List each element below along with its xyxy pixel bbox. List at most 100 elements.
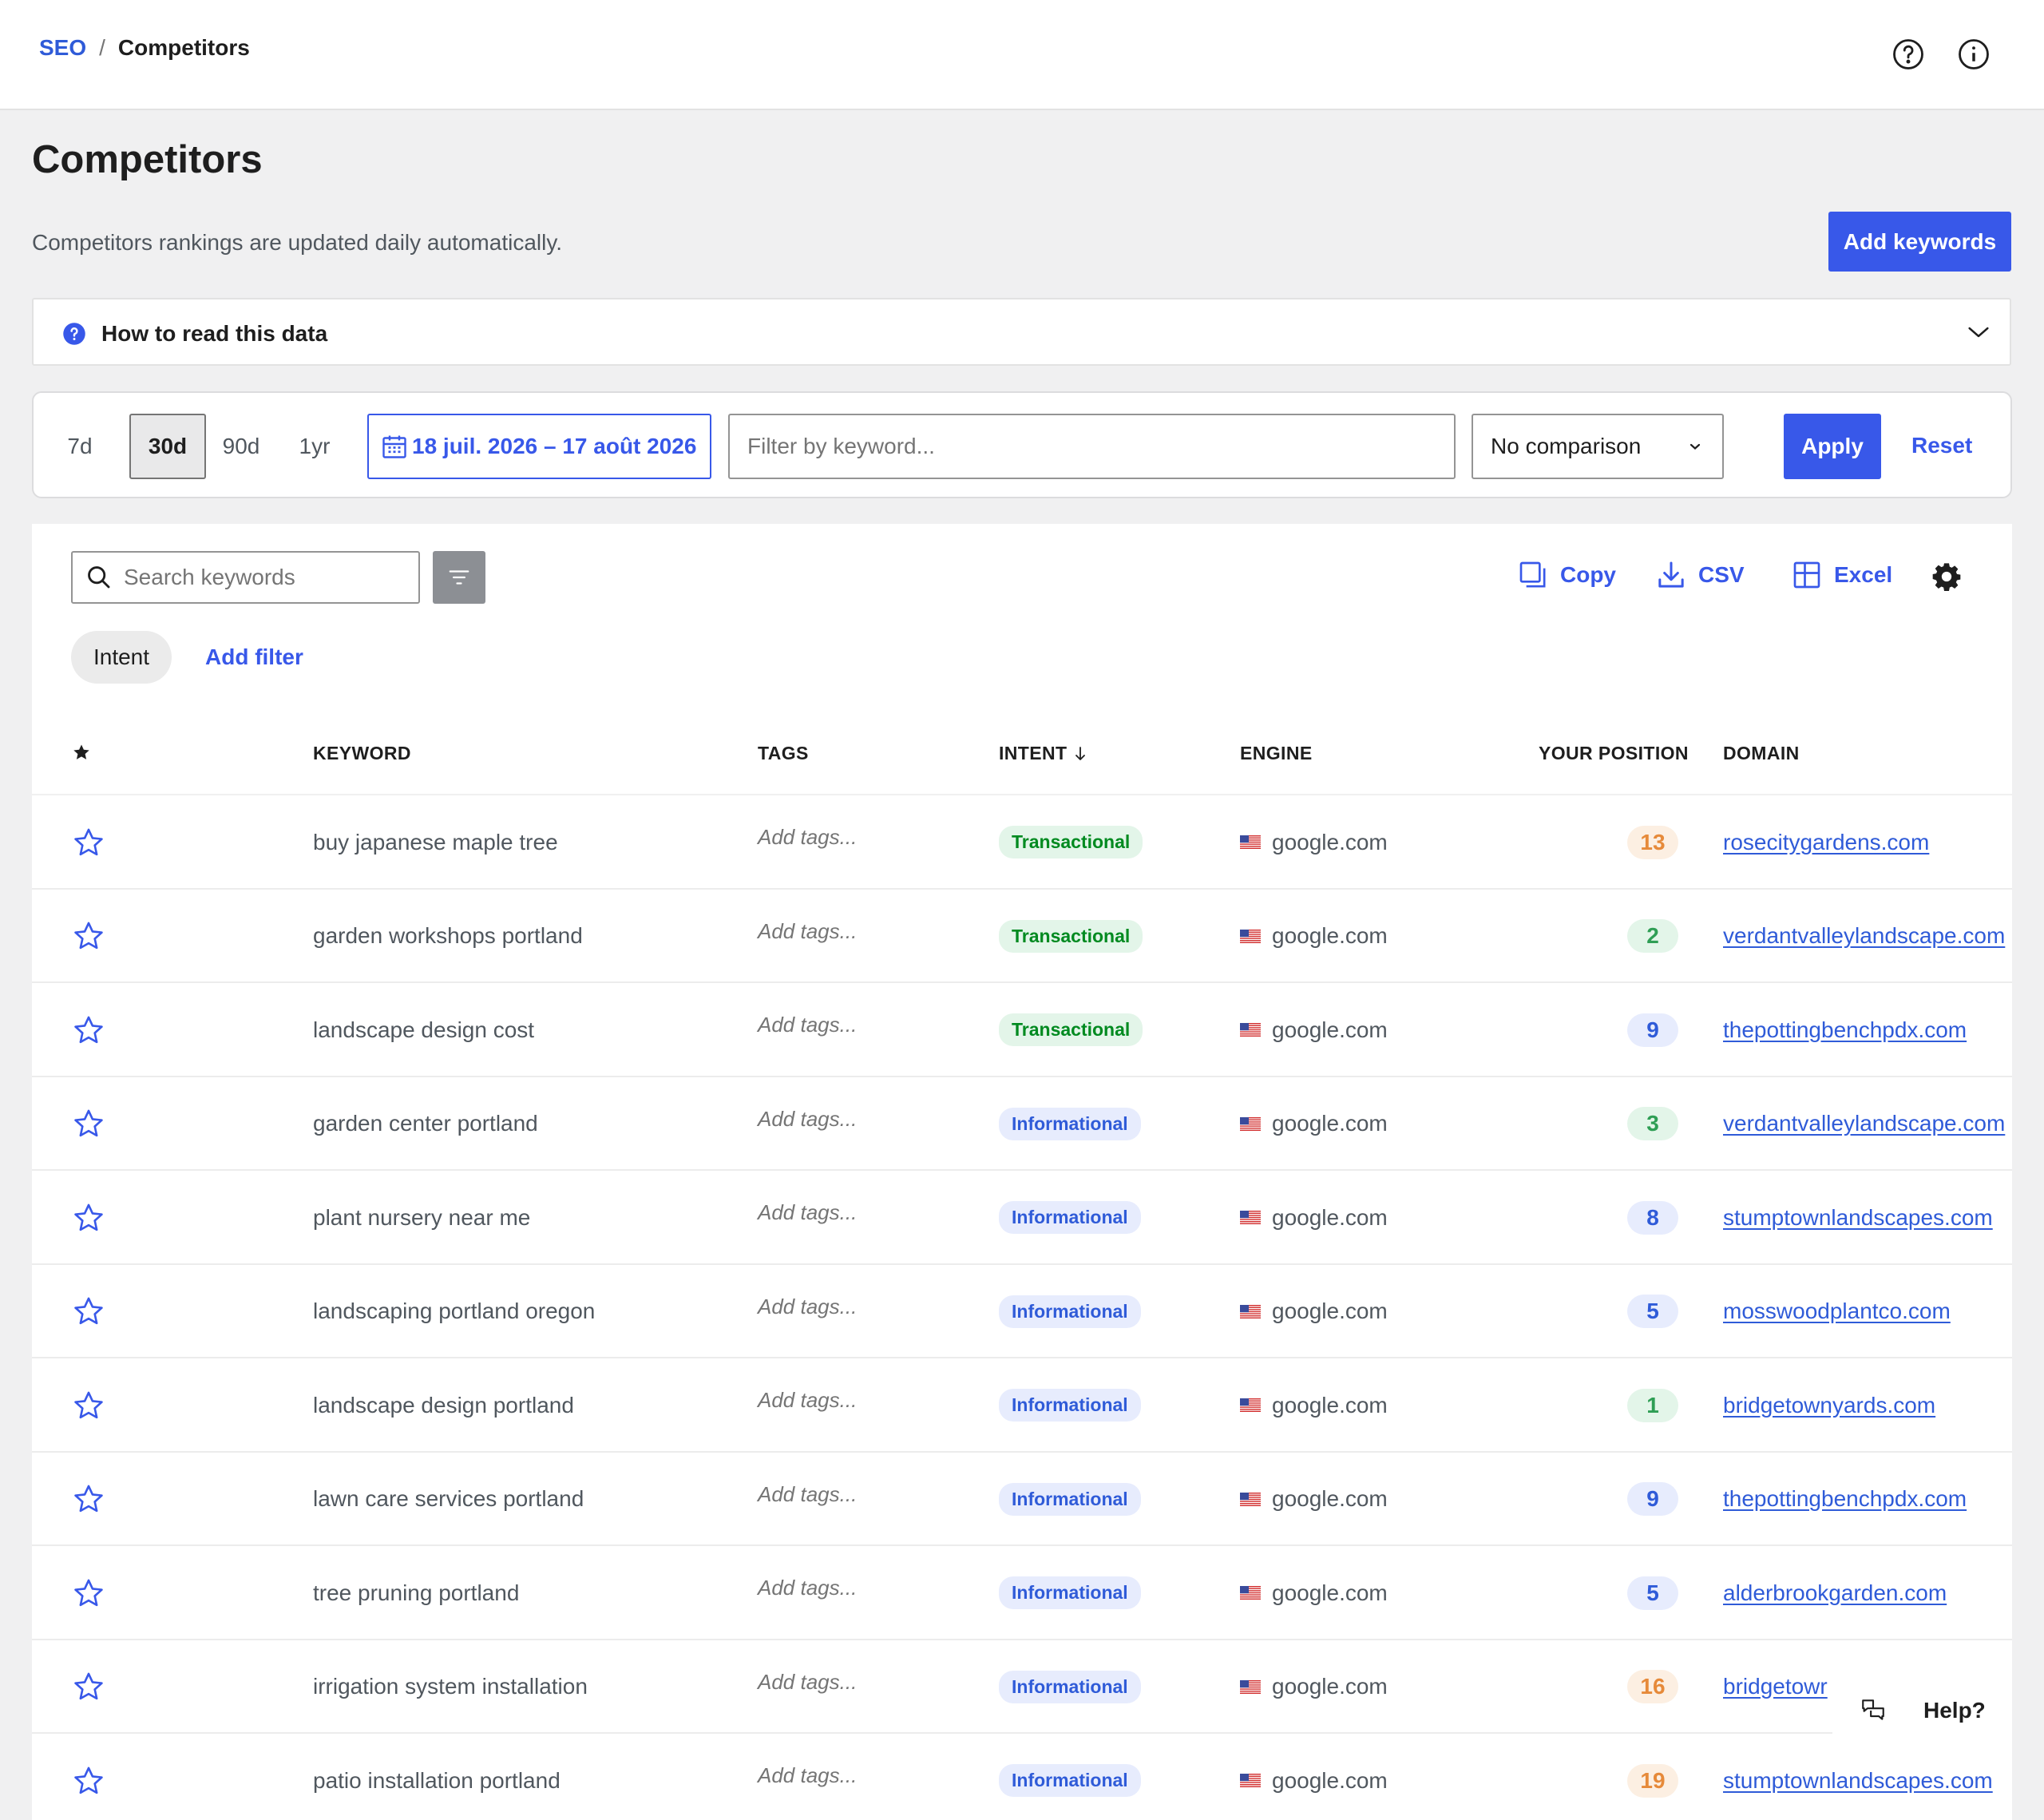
add-tags-field[interactable]: Add tags...: [758, 1260, 857, 1354]
domain-link[interactable]: thepottingbenchpdx.com: [1723, 1486, 1967, 1512]
column-header-intent[interactable]: INTENT: [999, 743, 1087, 764]
favorite-star-icon[interactable]: [72, 983, 105, 1077]
table-row: tree pruning portland Add tags... Informat…: [32, 1546, 2012, 1640]
domain-link[interactable]: verdantvalleylandscape.com: [1723, 923, 2005, 949]
position-badge: 19: [1627, 1763, 1678, 1798]
domain-link[interactable]: bridgetowr: [1723, 1674, 1828, 1699]
page-subtitle: Competitors rankings are updated daily a…: [32, 230, 563, 255]
intent-filter-chip[interactable]: Intent: [71, 631, 172, 684]
intent-badge: Informational: [999, 1201, 1141, 1234]
domain-link[interactable]: mosswoodplantco.com: [1723, 1299, 1951, 1324]
column-header-engine[interactable]: ENGINE: [1240, 743, 1313, 764]
engine-cell: google.com: [1240, 795, 1388, 889]
date-range-picker[interactable]: 18 juil. 2026 – 17 août 2026: [367, 414, 711, 479]
period-30d-button[interactable]: 30d: [129, 414, 206, 479]
favorite-star-icon[interactable]: [72, 890, 105, 983]
intent-cell: Transactional: [999, 890, 1143, 983]
engine-cell: google.com: [1240, 1640, 1388, 1734]
comparison-select[interactable]: No comparison: [1472, 414, 1724, 479]
table-row: garden center portland Add tags... Informa…: [32, 1077, 2012, 1171]
apply-button[interactable]: Apply: [1784, 414, 1881, 479]
period-90d-button[interactable]: 90d: [216, 414, 267, 479]
engine-cell: google.com: [1240, 983, 1388, 1077]
star-filled-icon[interactable]: [72, 743, 91, 762]
add-tags-field[interactable]: Add tags...: [758, 978, 857, 1072]
favorite-star-icon[interactable]: [72, 1734, 105, 1820]
add-keywords-button[interactable]: Add keywords: [1828, 212, 2011, 272]
domain-link[interactable]: alderbrookgarden.com: [1723, 1580, 1947, 1606]
gear-icon[interactable]: [1931, 561, 1963, 593]
add-tags-field[interactable]: Add tags...: [758, 1729, 857, 1820]
add-tags-field[interactable]: Add tags...: [758, 1073, 857, 1166]
add-tags-field[interactable]: Add tags...: [758, 1354, 857, 1447]
add-tags-field[interactable]: Add tags...: [758, 1166, 857, 1259]
favorite-star-icon[interactable]: [72, 1640, 105, 1734]
search-input[interactable]: [124, 565, 395, 590]
add-tags-field[interactable]: Add tags...: [758, 1541, 857, 1635]
how-to-read-accordion[interactable]: How to read this data: [32, 298, 2011, 366]
copy-icon: [1519, 561, 1546, 588]
column-header-domain[interactable]: DOMAIN: [1723, 743, 1800, 764]
column-header-keyword[interactable]: KEYWORD: [313, 743, 411, 764]
domain-link[interactable]: rosecitygardens.com: [1723, 830, 1929, 855]
intent-badge: Transactional: [999, 1013, 1143, 1046]
favorite-star-icon[interactable]: [72, 1546, 105, 1640]
csv-button[interactable]: CSV: [1655, 559, 1745, 591]
engine-label: google.com: [1272, 1674, 1388, 1699]
column-header-position[interactable]: YOUR POSITION: [1539, 743, 1689, 764]
keyword-cell: landscape design cost: [313, 1017, 535, 1042]
favorite-star-icon[interactable]: [72, 1265, 105, 1358]
keyword-cell: garden center portland: [313, 1111, 538, 1136]
question-icon: [63, 323, 85, 345]
favorite-star-icon[interactable]: [72, 1077, 105, 1171]
reset-button[interactable]: Reset: [1911, 433, 1972, 458]
add-filter-button[interactable]: Add filter: [205, 644, 303, 670]
position-cell: 1: [1627, 1358, 1678, 1452]
position-cell: 9: [1627, 983, 1678, 1077]
domain-link[interactable]: verdantvalleylandscape.com: [1723, 1111, 2005, 1136]
copy-button[interactable]: Copy: [1517, 559, 1616, 591]
position-badge: 8: [1627, 1200, 1678, 1235]
keyword-cell: landscape design portland: [313, 1392, 574, 1418]
favorite-star-icon[interactable]: [72, 795, 105, 889]
engine-label: google.com: [1272, 1486, 1388, 1511]
help-circle-icon[interactable]: [1891, 38, 1925, 71]
domain-link[interactable]: stumptownlandscapes.com: [1723, 1205, 1993, 1231]
favorite-star-icon[interactable]: [72, 1453, 105, 1546]
table-row: landscape design portland Add tags... Info…: [32, 1358, 2012, 1453]
chevron-down-icon[interactable]: [1965, 319, 1992, 346]
favorite-star-icon[interactable]: [72, 1358, 105, 1452]
domain-cell: verdantvalleylandscape.com: [1723, 890, 2005, 983]
domain-link[interactable]: thepottingbenchpdx.com: [1723, 1017, 1967, 1043]
favorite-star-icon[interactable]: [72, 1171, 105, 1264]
table-body: buy japanese maple tree Add tags... Transa…: [32, 795, 2012, 1820]
help-widget[interactable]: Help?: [1832, 1683, 2012, 1738]
copy-label: Copy: [1560, 562, 1616, 587]
keyword-filter-input[interactable]: [728, 414, 1456, 479]
domain-link[interactable]: bridgetownyards.com: [1723, 1393, 1935, 1418]
add-tags-field[interactable]: Add tags...: [758, 1636, 857, 1729]
breadcrumb-seo-link[interactable]: SEO: [39, 35, 86, 61]
engine-label: google.com: [1272, 1580, 1388, 1605]
search-box[interactable]: [71, 551, 420, 604]
domain-cell: stumptownlandscapes.com: [1723, 1171, 1993, 1264]
help-widget-label: Help?: [1923, 1698, 1986, 1723]
domain-cell: bridgetowr: [1723, 1640, 1828, 1734]
add-tags-field[interactable]: Add tags...: [758, 1448, 857, 1541]
add-tags-field[interactable]: Add tags...: [758, 885, 857, 978]
table-row: landscape design cost Add tags... Transact…: [32, 983, 2012, 1077]
period-7d-button[interactable]: 7d: [59, 414, 101, 479]
period-1yr-button[interactable]: 1yr: [292, 414, 337, 479]
filter-toggle-button[interactable]: [433, 551, 485, 604]
table-row: patio installation portland Add tags... In…: [32, 1734, 2012, 1820]
info-icon[interactable]: [1957, 38, 1991, 71]
excel-button[interactable]: Excel: [1791, 559, 1892, 591]
column-header-tags[interactable]: TAGS: [758, 743, 809, 764]
page-title: Competitors: [32, 138, 263, 181]
domain-link[interactable]: stumptownlandscapes.com: [1723, 1768, 1993, 1794]
position-cell: 9: [1627, 1453, 1678, 1546]
keywords-table-panel: Copy CSV Excel Intent Add filter KEYWORD…: [32, 524, 2012, 1820]
intent-cell: Transactional: [999, 795, 1143, 889]
add-tags-field[interactable]: Add tags...: [758, 791, 857, 884]
engine-cell: google.com: [1240, 1171, 1388, 1264]
